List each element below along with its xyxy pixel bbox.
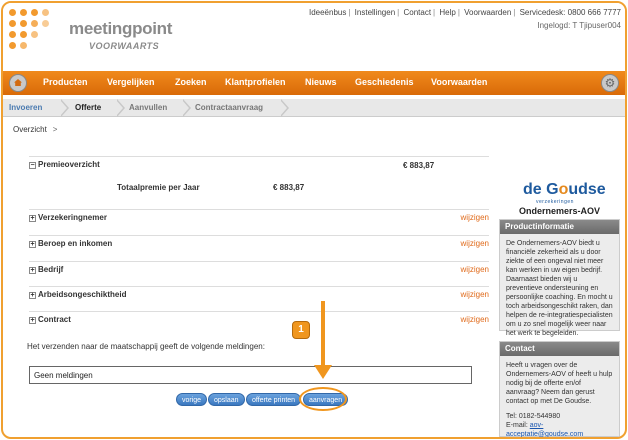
gear-icon[interactable]: ⚙ — [601, 74, 619, 92]
annotation-step-badge: 1 — [292, 321, 310, 339]
premieoverzicht-title: Premieoverzicht — [38, 160, 100, 169]
section-beroep-en-inkomen: + Beroep en inkomen wijzigen — [29, 235, 489, 255]
wijzigen-link[interactable]: wijzigen — [461, 265, 489, 274]
section-arbeidsongeschiktheid: + Arbeidsongeschiktheid wijzigen — [29, 286, 489, 306]
goudse-logo: de Goudse — [523, 181, 606, 199]
section-title: Beroep en inkomen — [38, 239, 113, 248]
section-title: Bedrijf — [38, 265, 64, 274]
premie-amount: € 883,87 — [403, 161, 435, 170]
expand-icon[interactable]: + — [29, 292, 36, 299]
logged-in-user: Ingelogd: T Tjipuser004 — [537, 21, 621, 30]
logo-title: meetingpoint — [69, 19, 173, 38]
expand-icon[interactable]: + — [29, 317, 36, 324]
section-header[interactable]: + Arbeidsongeschiktheid — [29, 290, 126, 299]
total-premium-amount: € 883,87 — [273, 183, 305, 192]
step-chevron-icon — [116, 99, 127, 117]
offerte-printen-button[interactable]: offerte printen — [246, 393, 302, 406]
step-bar: Invoeren Offerte Aanvullen Contractaanvr… — [3, 99, 625, 117]
annotation-arrowhead-icon — [314, 365, 332, 379]
link-contact[interactable]: Contact — [403, 8, 431, 17]
section-contract: + Contract wijzigen — [29, 311, 489, 331]
step-chevron-icon — [182, 99, 193, 117]
wijzigen-link[interactable]: wijzigen — [461, 239, 489, 248]
annotation-highlight-ring — [299, 387, 347, 411]
section-bedrijf: + Bedrijf wijzigen — [29, 261, 489, 281]
contact-panel: Contact Heeft u vragen over de Onderneme… — [499, 341, 620, 437]
step-aanvullen[interactable]: Aanvullen — [129, 103, 167, 112]
section-premieoverzicht: − Premieoverzicht € 883,87 Totaalpremie p… — [29, 156, 489, 208]
productinfo-title: Productinformatie — [500, 220, 619, 234]
contact-body: Heeft u vragen over de Ondernemers-AOV o… — [500, 356, 619, 437]
annotation-arrow-icon — [321, 301, 325, 367]
breadcrumb: Overzicht > — [13, 125, 57, 134]
logo-subtitle: VOORWAARTS — [89, 41, 160, 51]
expand-icon[interactable]: + — [29, 241, 36, 248]
nav-nieuws[interactable]: Nieuws — [305, 77, 337, 87]
nav-vergelijken[interactable]: Vergelijken — [107, 77, 155, 87]
premieoverzicht-header[interactable]: − Premieoverzicht — [29, 160, 100, 169]
step-chevron-icon — [280, 99, 291, 117]
section-header[interactable]: + Beroep en inkomen — [29, 239, 112, 248]
header: meetingpoint VOORWAARTS Ideeënbus | Inste… — [3, 3, 625, 71]
link-voorwaarden[interactable]: Voorwaarden — [464, 8, 511, 17]
collapse-icon[interactable]: − — [29, 162, 36, 169]
section-header[interactable]: + Bedrijf — [29, 265, 63, 274]
brand-rest: udse — [568, 181, 606, 198]
section-title: Verzekeringnemer — [38, 213, 107, 222]
nav-voorwaarden[interactable]: Voorwaarden — [431, 77, 487, 87]
section-verzekeringnemer: + Verzekeringnemer wijzigen — [29, 209, 489, 229]
nav-producten[interactable]: Producten — [43, 77, 88, 87]
contact-title: Contact — [500, 342, 619, 356]
contact-email-label: E-mail: — [506, 422, 530, 429]
app-window: meetingpoint VOORWAARTS Ideeënbus | Inste… — [1, 1, 627, 439]
brand-de: de — [523, 181, 547, 198]
nav-klantprofielen[interactable]: Klantprofielen — [225, 77, 286, 87]
productinfo-panel: Productinformatie De Ondernemers-AOV bie… — [499, 219, 620, 337]
product-name: Ondernemers-AOV — [519, 206, 601, 216]
messages-field[interactable]: Geen meldingen — [29, 366, 472, 384]
wijzigen-link[interactable]: wijzigen — [461, 213, 489, 222]
breadcrumb-arrow-icon: > — [52, 125, 58, 134]
section-header[interactable]: + Verzekeringnemer — [29, 213, 107, 222]
productinfo-text: De Ondernemers-AOV biedt u financiële ze… — [506, 240, 613, 337]
step-invoeren[interactable]: Invoeren — [9, 103, 42, 112]
link-help[interactable]: Help — [439, 8, 455, 17]
opslaan-button[interactable]: opslaan — [208, 393, 245, 406]
home-icon[interactable] — [9, 74, 27, 92]
logo-dots-icon — [9, 9, 61, 61]
nav-geschiedenis[interactable]: Geschiedenis — [355, 77, 414, 87]
step-chevron-icon — [60, 99, 71, 117]
step-contractaanvraag[interactable]: Contractaanvraag — [195, 103, 263, 112]
contact-text: Heeft u vragen over de Ondernemers-AOV o… — [506, 362, 613, 405]
main-nav: Producten Vergelijken Zoeken Klantprofie… — [3, 71, 625, 95]
section-title: Contract — [38, 315, 71, 324]
total-premium-label: Totaalpremie per Jaar — [117, 183, 200, 192]
messages-notice: Het verzenden naar de maatschappij geeft… — [27, 342, 265, 351]
expand-icon[interactable]: + — [29, 215, 36, 222]
wijzigen-link[interactable]: wijzigen — [461, 290, 489, 299]
step-offerte[interactable]: Offerte — [75, 103, 101, 112]
servicedesk-text: Servicedesk: 0800 666 7777 — [519, 8, 621, 17]
link-instellingen[interactable]: Instellingen — [355, 8, 395, 17]
brand-o: o — [558, 181, 569, 198]
top-links: Ideeënbus | Instellingen | Contact | Help | … — [308, 8, 621, 17]
brand-tagline: verzekeringen — [536, 199, 574, 205]
link-ideeenbus[interactable]: Ideeënbus — [309, 8, 346, 17]
brand-g: G — [546, 181, 559, 198]
contact-phone: Tel: 0182-544980 — [506, 413, 561, 420]
breadcrumb-overzicht[interactable]: Overzicht — [13, 125, 47, 134]
contact-email-row: E-mail: aov-acceptatie@goudse.com — [506, 421, 613, 437]
section-title: Arbeidsongeschiktheid — [38, 290, 127, 299]
expand-icon[interactable]: + — [29, 267, 36, 274]
section-header[interactable]: + Contract — [29, 315, 71, 324]
wijzigen-link[interactable]: wijzigen — [461, 315, 489, 324]
vorige-button[interactable]: vorige — [176, 393, 208, 406]
nav-zoeken[interactable]: Zoeken — [175, 77, 207, 87]
